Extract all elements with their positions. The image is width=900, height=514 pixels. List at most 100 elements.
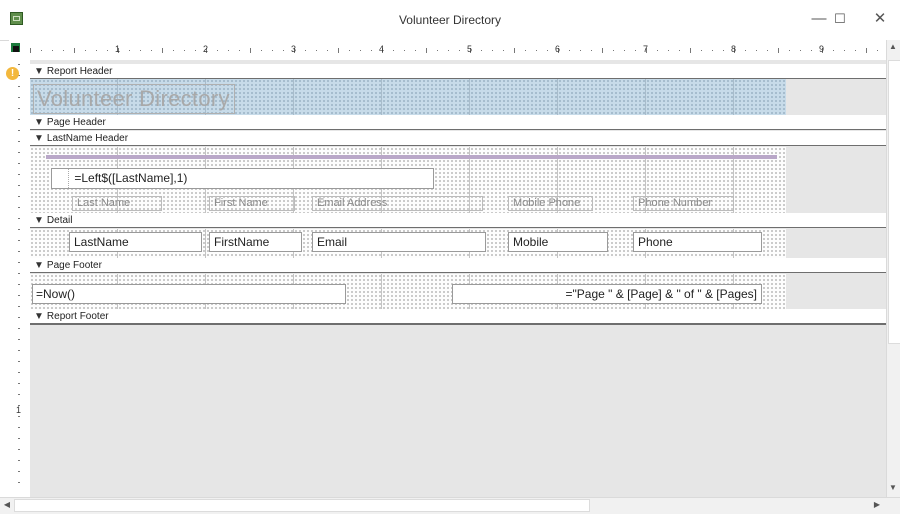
scroll-down-arrow-icon[interactable]: ▼: [887, 483, 899, 492]
ruler-tick: [18, 108, 20, 109]
ruler-tick: [272, 50, 273, 51]
report-header-bar[interactable]: ▼ Report Header: [30, 64, 886, 79]
section-arrow-icon: ▼: [34, 311, 44, 322]
ruler-tick: [613, 50, 614, 51]
ruler-number: 3: [291, 44, 297, 54]
report-footer-bar[interactable]: ▼ Report Footer: [30, 309, 886, 324]
ruler-number: 2: [203, 44, 209, 54]
ruler-tick: [404, 50, 405, 51]
report-title-label[interactable]: Volunteer Directory: [33, 84, 235, 114]
ruler-tick: [85, 50, 86, 51]
ruler-tick: [184, 50, 185, 51]
ruler-tick: [525, 50, 526, 51]
ruler-tick: [844, 50, 845, 51]
section-arrow-icon: ▼: [34, 133, 44, 144]
ruler-tick: [261, 50, 262, 51]
ruler-tick: [217, 50, 218, 51]
phone-number-label[interactable]: Phone Number: [633, 196, 734, 211]
section-arrow-icon: ▼: [34, 260, 44, 271]
ruler-tick: [701, 50, 702, 51]
ruler-tick: [18, 262, 20, 263]
ruler-number: 1: [16, 405, 22, 415]
report-header-section[interactable]: Volunteer Directory: [30, 79, 786, 117]
ruler-number: 5: [467, 44, 473, 54]
ruler-tick: [811, 50, 812, 51]
lastname-header-section[interactable]: =Left$([LastName],1) Last Name First Nam…: [30, 147, 786, 213]
ruler-tick: [52, 50, 53, 51]
ruler-tick: [18, 449, 20, 450]
ruler-tick: [18, 306, 20, 307]
ruler-tick: [789, 50, 790, 51]
ruler-tick: [723, 50, 724, 51]
last-name-label[interactable]: Last Name: [72, 196, 162, 211]
ruler-tick: [18, 284, 20, 285]
detail-bar[interactable]: ▼ Detail: [30, 213, 886, 228]
group-letter-textbox[interactable]: =Left$([LastName],1): [51, 168, 434, 189]
page-header-bar[interactable]: ▼ Page Header: [30, 115, 886, 130]
ruler-tick: [800, 50, 801, 51]
scroll-up-arrow-icon[interactable]: ▲: [887, 42, 899, 51]
ruler-tick: [580, 50, 581, 51]
horizontal-scroll-thumb[interactable]: [14, 499, 590, 512]
email-field[interactable]: Email: [312, 232, 486, 252]
ruler-number: 8: [731, 44, 737, 54]
phone-field[interactable]: Phone: [633, 232, 762, 252]
report-design-surface[interactable]: ▼ Report Header Volunteer Directory ▼ Page…: [30, 60, 886, 497]
ruler-tick: [18, 207, 20, 208]
ruler-tick: [18, 471, 20, 472]
page-footer-bar[interactable]: ▼ Page Footer: [30, 258, 886, 273]
ruler-tick: [569, 50, 570, 51]
page-footer-section[interactable]: =Now() ="Page " & [Page] & " of " & [Pag…: [30, 274, 786, 310]
ruler-tick: [18, 273, 20, 274]
scroll-right-arrow-icon[interactable]: ▶: [872, 500, 882, 509]
mobile-field[interactable]: Mobile: [508, 232, 608, 252]
ruler-tick: [778, 48, 779, 53]
report-selector-box[interactable]: [13, 46, 19, 52]
close-button[interactable]: ✕: [866, 6, 894, 32]
ruler-tick: [679, 50, 680, 51]
section-label: Detail: [46, 215, 73, 226]
ruler-tick: [18, 64, 20, 65]
ruler-tick: [283, 50, 284, 51]
horizontal-ruler[interactable]: 1 2 3 4 5 6 7 8 9: [30, 40, 886, 61]
scroll-left-arrow-icon[interactable]: ◀: [2, 500, 12, 509]
page-number-textbox[interactable]: ="Page " & [Page] & " of " & [Pages]: [452, 284, 762, 304]
group-divider-line[interactable]: [46, 155, 777, 159]
vertical-scroll-thumb[interactable]: [888, 60, 900, 344]
ruler-number: 4: [379, 44, 385, 54]
ruler-tick: [18, 383, 20, 384]
lastname-field[interactable]: LastName: [69, 232, 202, 252]
ruler-tick: [338, 48, 339, 53]
firstname-field[interactable]: FirstName: [209, 232, 302, 252]
ruler-tick: [18, 394, 20, 395]
mobile-phone-label[interactable]: Mobile Phone: [508, 196, 593, 211]
section-arrow-icon: ▼: [34, 66, 44, 77]
ruler-tick: [690, 48, 691, 53]
ruler-tick: [18, 86, 20, 87]
ruler-tick: [129, 50, 130, 51]
ruler-tick: [371, 50, 372, 51]
lastname-header-bar[interactable]: ▼ LastName Header: [30, 131, 886, 146]
left-margin-strip: [0, 60, 9, 497]
ruler-tick: [18, 185, 20, 186]
section-label: Page Footer: [46, 260, 102, 271]
ruler-tick: [18, 361, 20, 362]
detail-section[interactable]: LastName FirstName Email Mobile Phone: [30, 229, 786, 259]
maximize-button[interactable]: ☐: [826, 6, 854, 32]
warning-icon[interactable]: !: [6, 67, 19, 80]
ruler-tick: [855, 50, 856, 51]
first-name-label[interactable]: First Name: [209, 196, 295, 211]
section-label: Report Footer: [46, 311, 109, 322]
ruler-number: 9: [819, 44, 825, 54]
ruler-tick: [327, 50, 328, 51]
vertical-ruler[interactable]: 1: [9, 60, 31, 490]
ruler-tick: [756, 50, 757, 51]
ruler-tick: [173, 50, 174, 51]
ruler-tick: [316, 50, 317, 51]
ruler-tick: [18, 317, 20, 318]
ruler-tick: [74, 48, 75, 53]
email-address-label[interactable]: Email Address: [312, 196, 483, 211]
report-footer-border: [30, 324, 886, 325]
ruler-tick: [305, 50, 306, 51]
date-textbox[interactable]: =Now(): [32, 284, 346, 304]
